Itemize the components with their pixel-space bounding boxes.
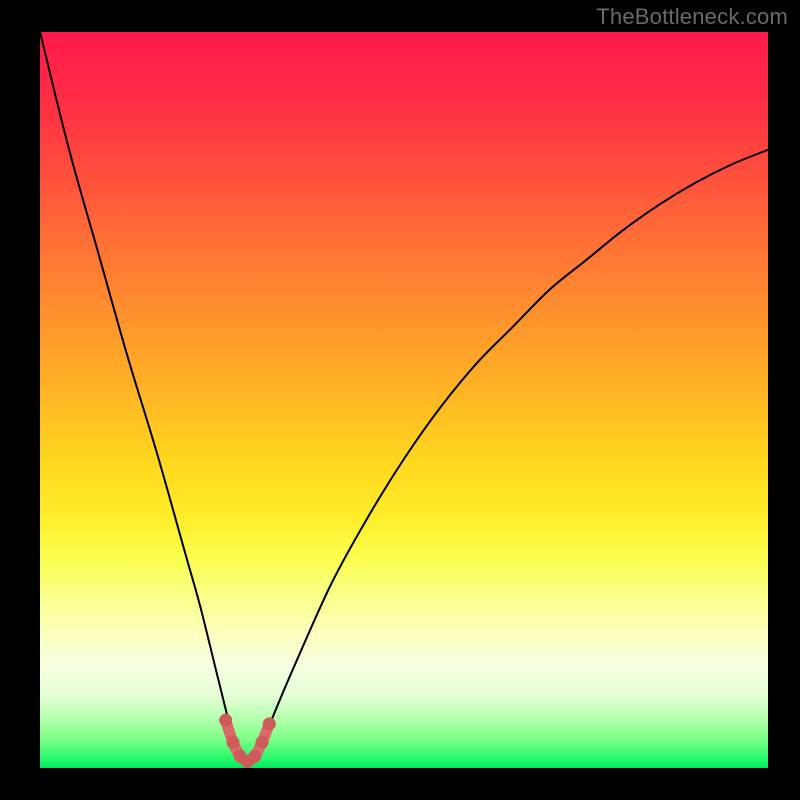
bottleneck-curve <box>40 32 768 764</box>
curve-svg <box>40 32 768 768</box>
optimal-dot <box>226 736 239 749</box>
chart-frame: TheBottleneck.com <box>0 0 800 800</box>
watermark-text: TheBottleneck.com <box>596 4 788 30</box>
plot-area <box>40 32 768 768</box>
optimal-dot <box>263 717 276 730</box>
optimal-dot <box>256 736 269 749</box>
optimal-dot <box>248 750 261 763</box>
optimal-dot <box>219 714 232 727</box>
optimal-region-dots <box>219 714 276 768</box>
